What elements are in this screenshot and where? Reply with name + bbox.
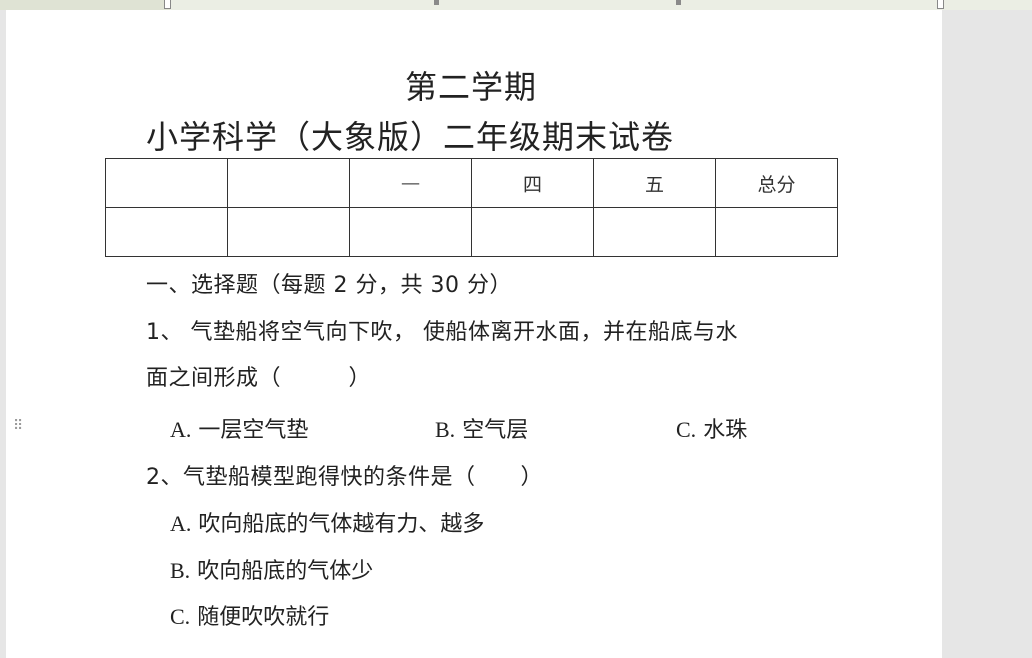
score-header-cell[interactable]: 总分 [715, 158, 838, 208]
option-letter: C. [676, 417, 697, 442]
score-cell[interactable] [471, 207, 594, 257]
score-header-cell[interactable] [105, 158, 228, 208]
ruler-tab-stop[interactable] [676, 0, 681, 5]
ruler-margin-left [0, 0, 170, 10]
table-row [105, 207, 838, 257]
ruler-tab-stop[interactable] [434, 0, 439, 5]
score-header-cell[interactable]: 一 [349, 158, 472, 208]
option-letter: C. [170, 604, 191, 629]
score-cell[interactable] [349, 207, 472, 257]
option-letter: B. [435, 417, 456, 442]
q2-option-b: B. 吹向船底的气体少 [170, 553, 373, 585]
score-table: 一 四 五 总分 [105, 158, 838, 257]
table-row: 一 四 五 总分 [105, 158, 838, 208]
option-text: 吹向船底的气体少 [197, 559, 374, 584]
score-cell[interactable] [593, 207, 716, 257]
score-header-cell[interactable]: 五 [593, 158, 716, 208]
question2-line: 2、气垫船模型跑得快的条件是（ ） [146, 465, 543, 490]
score-cell[interactable] [105, 207, 228, 257]
section1-heading: 一、选择题（每题 2 分，共 30 分） [146, 273, 512, 298]
option-letter: A. [170, 417, 192, 442]
drag-handle-icon[interactable]: ⠿ [13, 418, 25, 434]
top-ruler [0, 0, 1032, 10]
q1-option-b: B. 空气层 [435, 412, 528, 444]
q2-option-c: C. 随便吹吹就行 [170, 599, 329, 631]
question1-line2: 面之间形成（ ） [146, 366, 372, 391]
option-letter: A. [170, 511, 192, 536]
doc-title-line2: 小学科学（大象版）二年级期末试卷 [146, 118, 675, 156]
option-text: 吹向船底的气体越有力、越多 [198, 512, 485, 537]
score-header-cell[interactable] [227, 158, 350, 208]
option-text: 一层空气垫 [198, 418, 309, 443]
option-letter: B. [170, 558, 191, 583]
score-cell[interactable] [715, 207, 838, 257]
q1-option-a: A. 一层空气垫 [170, 412, 308, 444]
q1-option-c: C. 水珠 [676, 412, 747, 444]
left-indent-marker[interactable] [164, 0, 171, 9]
score-cell[interactable] [227, 207, 350, 257]
right-indent-marker[interactable] [937, 0, 944, 9]
option-text: 水珠 [703, 418, 748, 443]
question1-line1: 1、 气垫船将空气向下吹， 使船体离开水面，并在船底与水 [146, 320, 738, 345]
option-text: 空气层 [462, 418, 529, 443]
score-header-cell[interactable]: 四 [471, 158, 594, 208]
option-text: 随便吹吹就行 [197, 605, 330, 630]
doc-title-line1: 第二学期 [404, 68, 537, 106]
q2-option-a: A. 吹向船底的气体越有力、越多 [170, 506, 484, 538]
